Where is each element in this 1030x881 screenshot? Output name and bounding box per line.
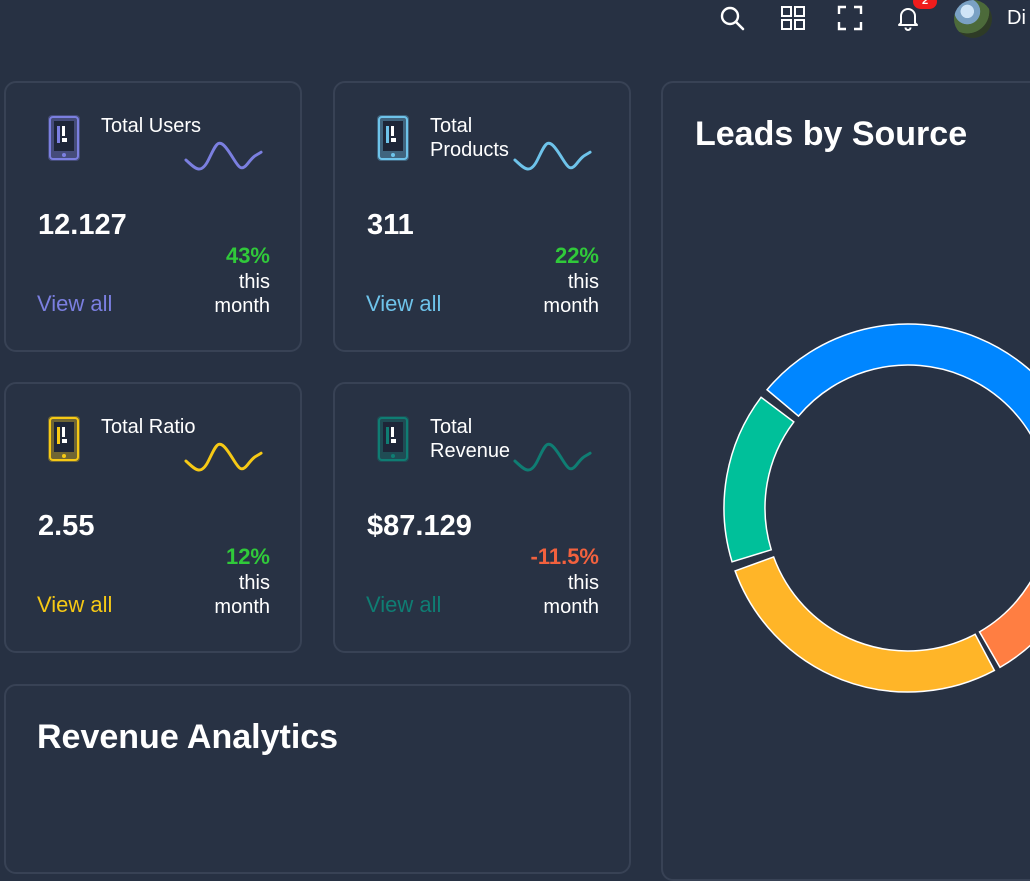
- stat-card: Total Revenue $87.129 -11.5% this month …: [333, 382, 631, 653]
- top-bar: 2 Di: [0, 0, 1030, 40]
- stat-value: $87.129: [367, 510, 472, 543]
- device-icon: [44, 113, 84, 163]
- revenue-analytics-card: Revenue Analytics: [4, 684, 631, 874]
- device-icon: [44, 414, 84, 464]
- leads-by-source-card: Leads by Source: [661, 81, 1030, 881]
- notification-badge: 2: [913, 0, 937, 9]
- stat-change: 43%: [226, 243, 270, 269]
- grid-icon[interactable]: [779, 4, 807, 32]
- stat-title: Total Ratio: [101, 415, 221, 439]
- sparkline: [183, 138, 265, 182]
- view-all-link[interactable]: View all: [366, 291, 441, 317]
- donut-slice[interactable]: [767, 324, 1030, 524]
- stat-change: 22%: [555, 243, 599, 269]
- revenue-analytics-title: Revenue Analytics: [37, 718, 338, 757]
- stat-change: 12%: [226, 544, 270, 570]
- stat-value: 311: [367, 209, 414, 242]
- sparkline: [512, 138, 594, 182]
- stat-card: Total Ratio 2.55 12% this month View all: [4, 382, 302, 653]
- view-all-link[interactable]: View all: [37, 291, 112, 317]
- donut-slice[interactable]: [724, 397, 794, 562]
- leads-donut-chart: [663, 83, 1030, 863]
- stat-change-label: this month: [519, 571, 599, 619]
- view-all-link[interactable]: View all: [37, 592, 112, 618]
- sparkline: [512, 439, 594, 483]
- device-icon: [373, 113, 413, 163]
- stat-title: Total Users: [101, 114, 221, 138]
- stat-card: Total Users 12.127 43% this month View a…: [4, 81, 302, 352]
- sparkline: [183, 439, 265, 483]
- stat-change-label: this month: [190, 270, 270, 318]
- stat-value: 12.127: [38, 209, 127, 242]
- stat-change: -11.5%: [531, 544, 600, 570]
- fullscreen-icon[interactable]: [836, 4, 864, 32]
- stat-change-label: this month: [519, 270, 599, 318]
- stat-card: Total Products 311 22% this month View a…: [333, 81, 631, 352]
- user-name[interactable]: Di: [1007, 7, 1026, 30]
- search-icon[interactable]: [718, 4, 746, 32]
- donut-slice[interactable]: [735, 557, 994, 692]
- avatar[interactable]: [954, 0, 992, 38]
- stat-value: 2.55: [38, 510, 94, 543]
- donut-slice[interactable]: [980, 520, 1030, 667]
- stat-change-label: this month: [190, 571, 270, 619]
- device-icon: [373, 414, 413, 464]
- view-all-link[interactable]: View all: [366, 592, 441, 618]
